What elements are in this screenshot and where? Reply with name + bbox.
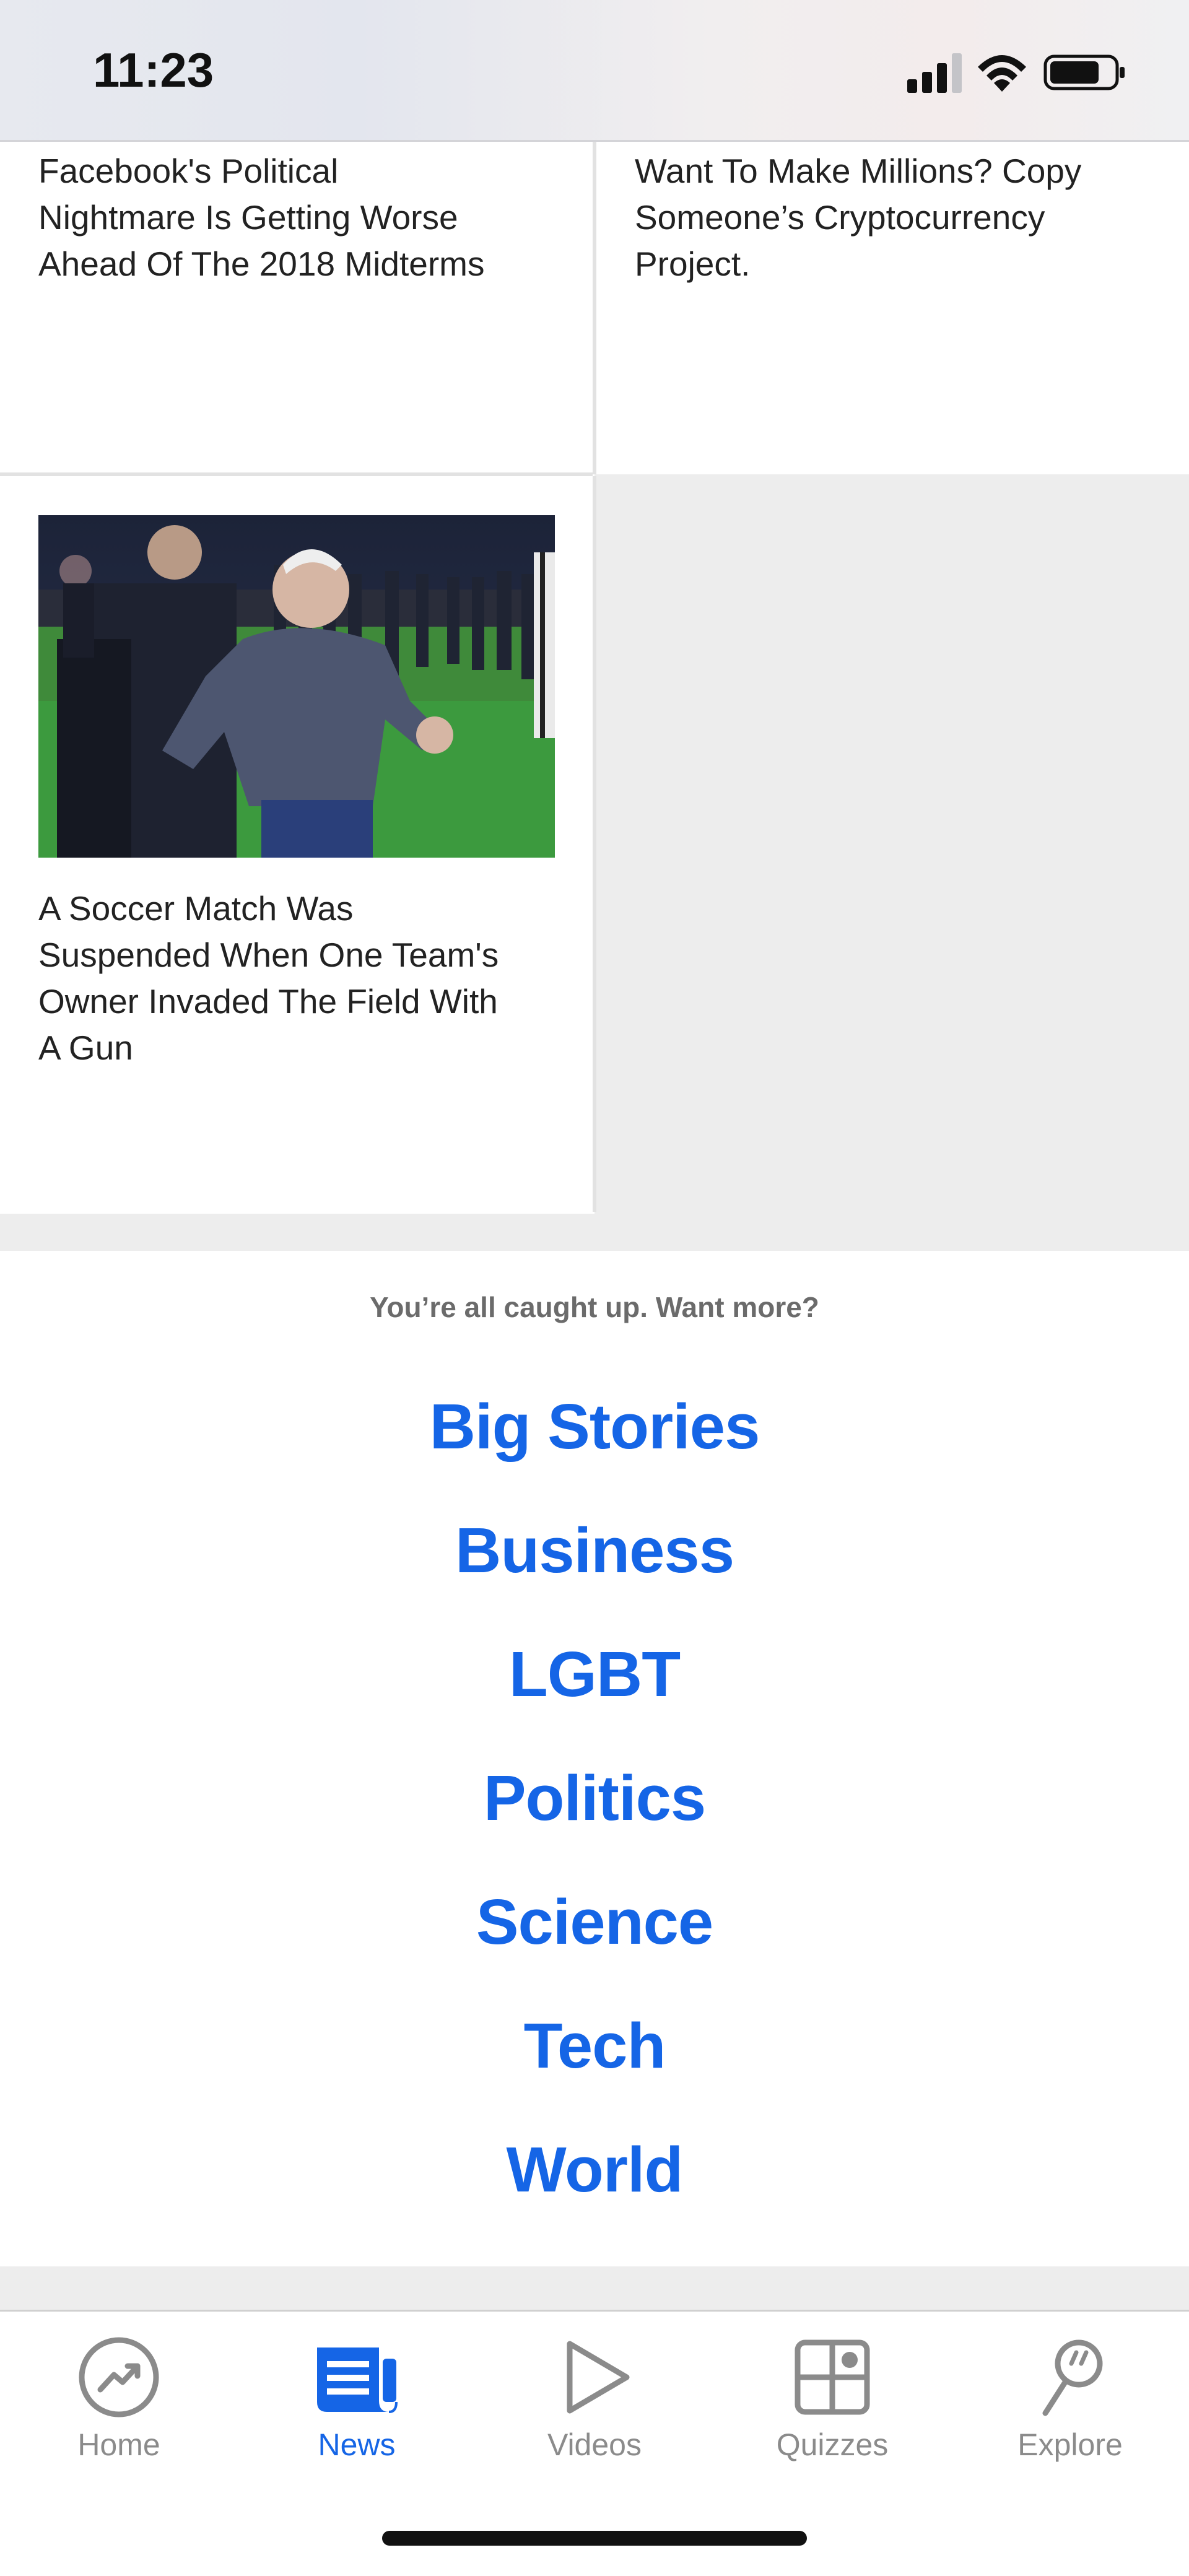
trending-icon <box>79 2337 159 2417</box>
topic-link-politics[interactable]: Politics <box>0 1762 1189 1835</box>
feed-background-bottom <box>0 1214 1189 1251</box>
tab-videos[interactable]: Videos <box>476 2312 713 2497</box>
status-time: 11:23 <box>93 43 214 97</box>
column-divider <box>593 142 596 474</box>
tab-quizzes[interactable]: Quizzes <box>713 2312 951 2497</box>
caught-up-prompt: You’re all caught up. Want more? <box>370 1291 819 1323</box>
topic-link-science[interactable]: Science <box>0 1886 1189 1959</box>
status-bar: 11:23 <box>0 0 1189 142</box>
tab-label: Home <box>77 2427 160 2462</box>
explore-icon <box>1042 2339 1103 2416</box>
article-photo[interactable] <box>38 515 555 858</box>
article-title: Facebook's Political Nightmare Is Gettin… <box>38 152 485 283</box>
column-divider <box>593 476 596 1212</box>
home-indicator[interactable] <box>382 2531 807 2546</box>
article-title: A Soccer Match Was Suspended When One Te… <box>38 889 499 1067</box>
topic-link-tech[interactable]: Tech <box>0 2009 1189 2082</box>
section-separator <box>0 2266 1189 2310</box>
tab-news[interactable]: News <box>238 2312 476 2497</box>
topic-link-lgbt[interactable]: LGBT <box>0 1638 1189 1711</box>
tab-label: News <box>318 2427 396 2462</box>
play-icon <box>567 2341 630 2414</box>
tab-home[interactable]: Home <box>0 2312 238 2497</box>
article-title: Want To Make Millions? Copy Someone’s Cr… <box>635 152 1082 283</box>
topic-link-business[interactable]: Business <box>0 1514 1189 1587</box>
topic-link-world[interactable]: World <box>0 2133 1189 2206</box>
tab-label: Explore <box>1017 2427 1123 2462</box>
tab-label: Videos <box>547 2427 642 2462</box>
tab-explore[interactable]: Explore <box>951 2312 1189 2497</box>
article-card[interactable]: Facebook's Political Nightmare Is Gettin… <box>0 142 593 472</box>
topic-link-big-stories[interactable]: Big Stories <box>0 1390 1189 1463</box>
article-card[interactable]: Want To Make Millions? Copy Someone’s Cr… <box>596 142 1189 472</box>
wifi-icon <box>978 55 1026 92</box>
quizzes-icon <box>795 2339 870 2415</box>
tab-label: Quizzes <box>776 2427 889 2462</box>
soccer-field-photo <box>38 515 555 858</box>
battery-icon <box>1043 54 1125 90</box>
news-icon <box>317 2348 398 2413</box>
signal-icon <box>907 53 962 93</box>
feed-background-right <box>594 474 1189 1251</box>
